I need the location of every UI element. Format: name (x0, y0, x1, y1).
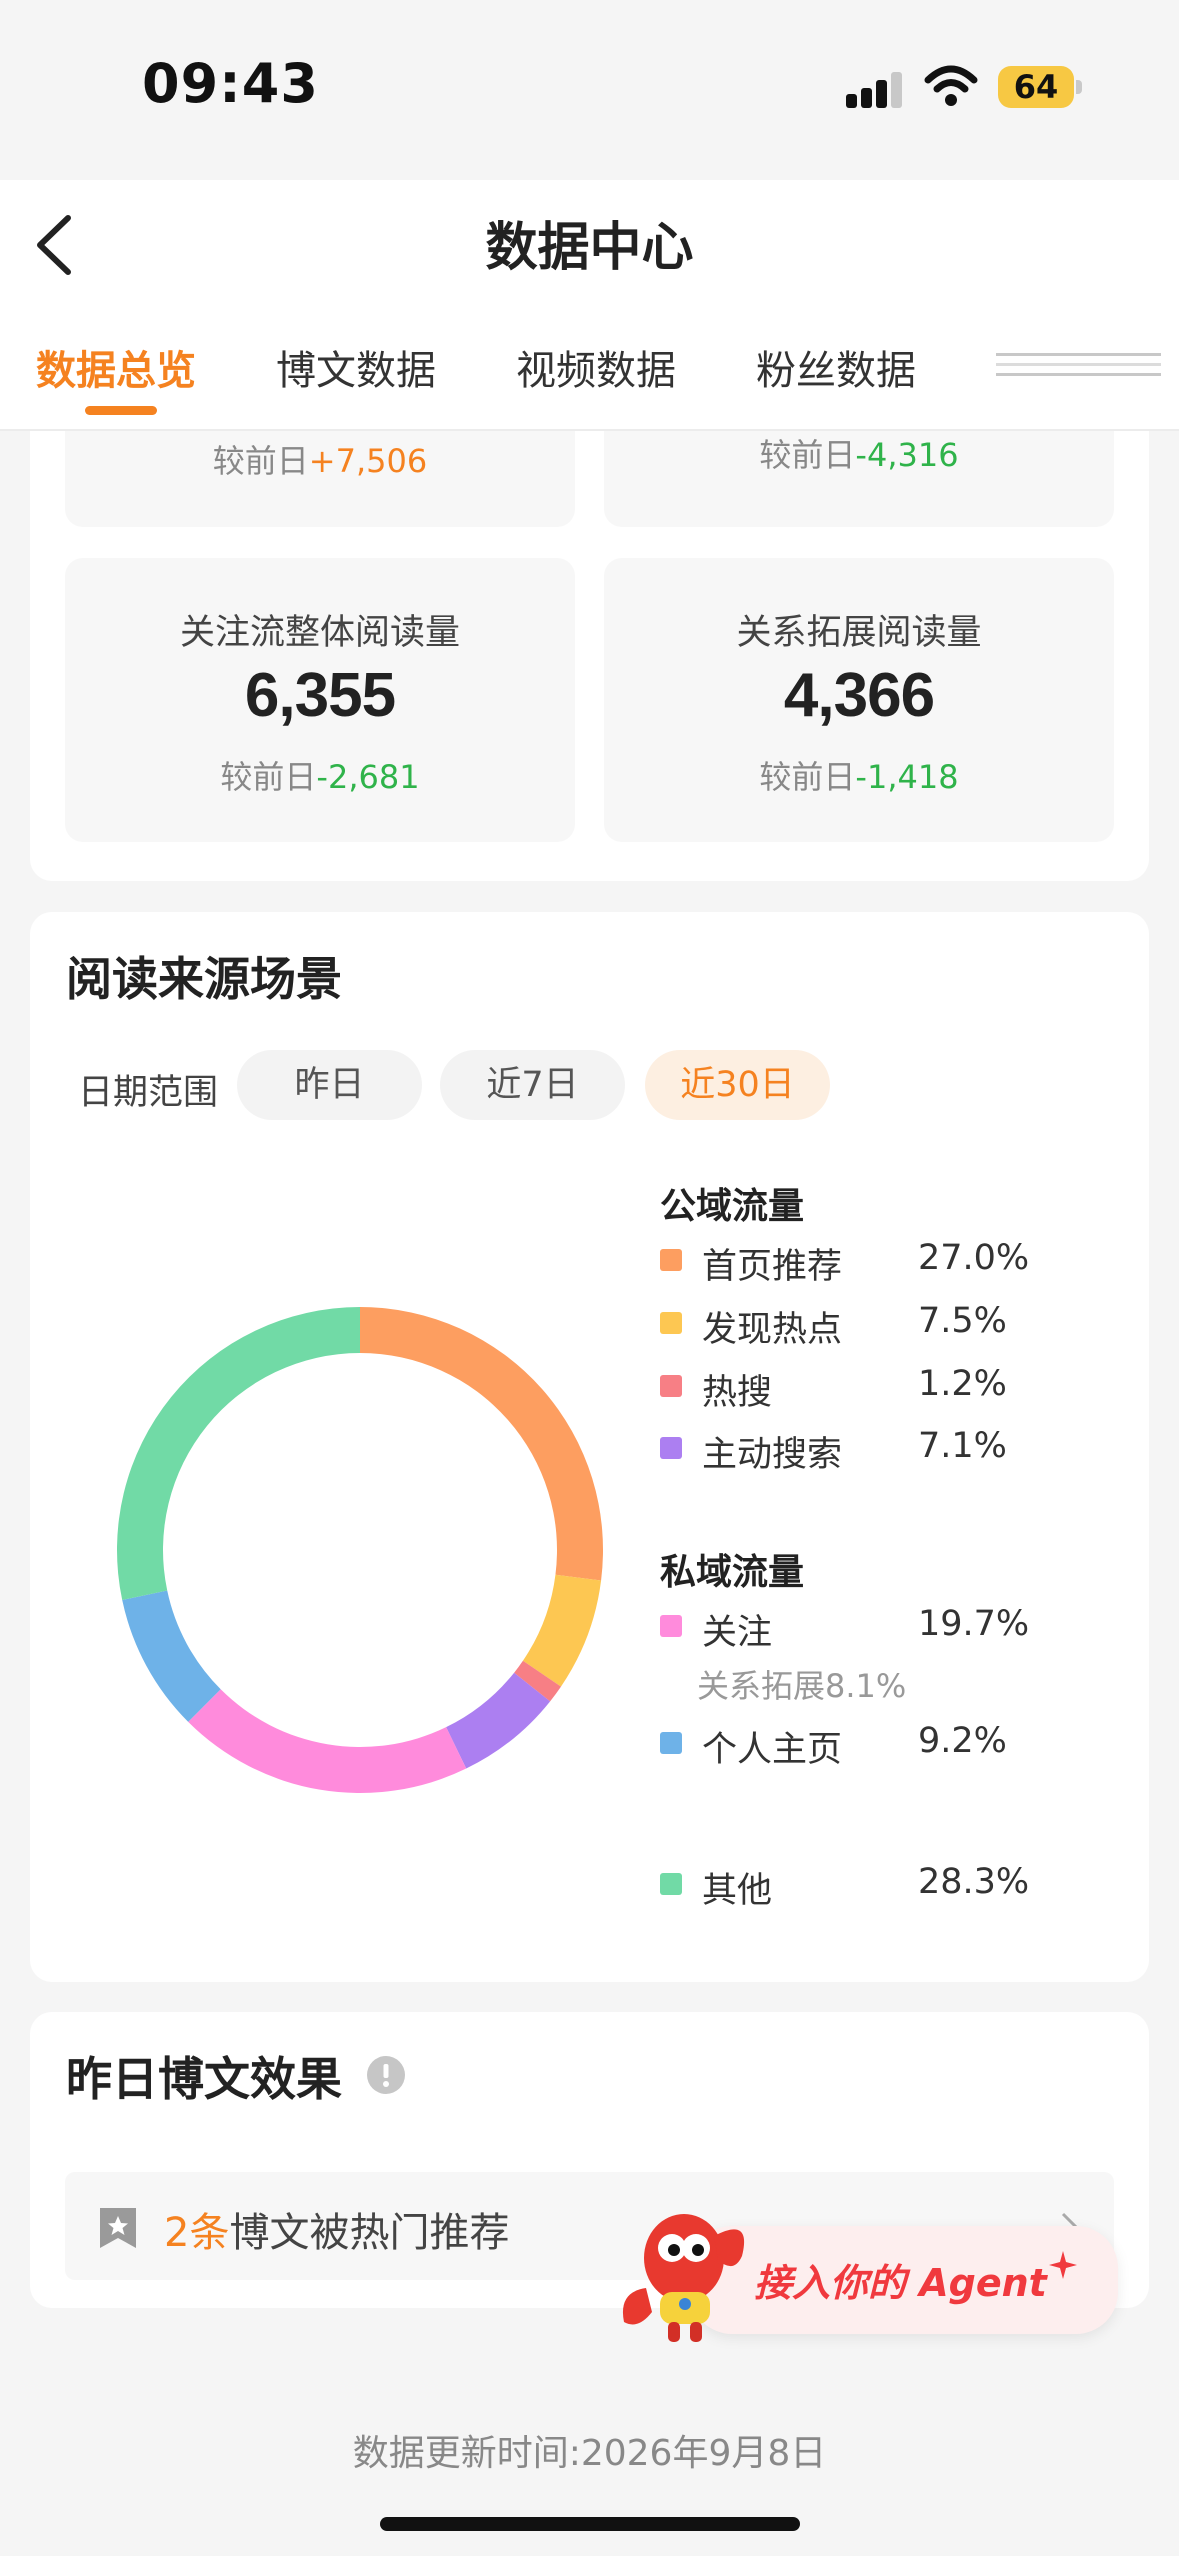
stat-value: 6,355 (244, 661, 396, 730)
active-tab-indicator (85, 406, 157, 415)
range-chip-7days[interactable]: 近7日 (440, 1050, 625, 1120)
legend-value: 9.2% (918, 1721, 1007, 1761)
legend-name: 其他 (702, 1871, 773, 1911)
legend-private-title: 私域流量 (660, 1552, 805, 1593)
date-range-label: 日期范围 (78, 1073, 219, 1113)
legend-value: 7.5% (918, 1301, 1007, 1341)
legend-name: 主动搜索 (702, 1435, 843, 1475)
sparkle-icon (1049, 2251, 1077, 2279)
info-icon[interactable] (366, 2055, 406, 2095)
stat-delta-partial-left: 较前日+7,506 (212, 442, 428, 480)
status-time: 09:43 (142, 52, 319, 115)
agent-banner-text: 接入你的 Agent (754, 2261, 1047, 2305)
tab-fans-data[interactable]: 粉丝数据 (756, 338, 916, 396)
legend-swatch (660, 1732, 682, 1754)
legend-value: 7.1% (918, 1426, 1007, 1466)
legend-swatch (660, 1873, 682, 1895)
section-title: 昨日博文效果 (66, 2052, 342, 2106)
tab-overview[interactable]: 数据总览 (36, 338, 196, 396)
legend-name: 热搜 (702, 1373, 773, 1413)
stat-delta: 较前日-1,418 (759, 758, 959, 796)
legend-name: 首页推荐 (702, 1247, 843, 1287)
tab-video-data[interactable]: 视频数据 (516, 338, 676, 396)
donut-slice-5 (188, 1689, 467, 1793)
wifi-icon (924, 65, 978, 106)
legend-swatch (660, 1375, 682, 1397)
update-time-text: 数据更新时间:2026年9月8日 (352, 2433, 827, 2474)
stat-value: 4,366 (783, 661, 935, 730)
section-title: 阅读来源场景 (66, 952, 342, 1006)
legend-name: 关注 (702, 1613, 773, 1653)
donut-slice-7 (116, 1307, 360, 1601)
legend-public-title: 公域流量 (660, 1186, 805, 1227)
legend-name: 发现热点 (702, 1310, 843, 1350)
legend-value: 19.7% (918, 1604, 1030, 1644)
stat-delta: 较前日-2,681 (220, 758, 420, 796)
legend-swatch (660, 1249, 682, 1271)
legend-sub-value: 关系拓展8.1% (697, 1667, 907, 1705)
source-donut-chart (116, 1307, 603, 1793)
legend-value: 27.0% (918, 1238, 1030, 1278)
home-indicator (380, 2517, 800, 2531)
stat-label: 关系拓展阅读量 (736, 613, 982, 653)
cellular-signal-icon (846, 68, 906, 108)
stat-label: 关注流整体阅读量 (179, 613, 460, 653)
page-title: 数据中心 (485, 218, 694, 278)
stat-delta-partial-right: 较前日-4,316 (759, 436, 959, 474)
battery-indicator: 64 (998, 66, 1074, 108)
legend-swatch (660, 1312, 682, 1334)
legend-name: 个人主页 (702, 1730, 843, 1770)
range-chip-30days[interactable]: 近30日 (645, 1050, 830, 1120)
legend-value: 1.2% (918, 1364, 1007, 1404)
legend-swatch (660, 1615, 682, 1637)
hot-recommend-text: 2条博文被热门推荐 (164, 2210, 510, 2256)
bookmark-star-icon (100, 2208, 136, 2248)
tab-post-data[interactable]: 博文数据 (276, 338, 436, 396)
range-chip-yesterday[interactable]: 昨日 (237, 1050, 422, 1120)
donut-slice-6 (122, 1590, 221, 1722)
tab-more-blurred[interactable] (996, 345, 1161, 385)
legend-value: 28.3% (918, 1862, 1030, 1902)
legend-swatch (660, 1437, 682, 1459)
battery-tip (1076, 80, 1082, 94)
donut-slice-1 (360, 1307, 603, 1581)
crayfish-mascot-icon[interactable] (614, 2196, 759, 2346)
